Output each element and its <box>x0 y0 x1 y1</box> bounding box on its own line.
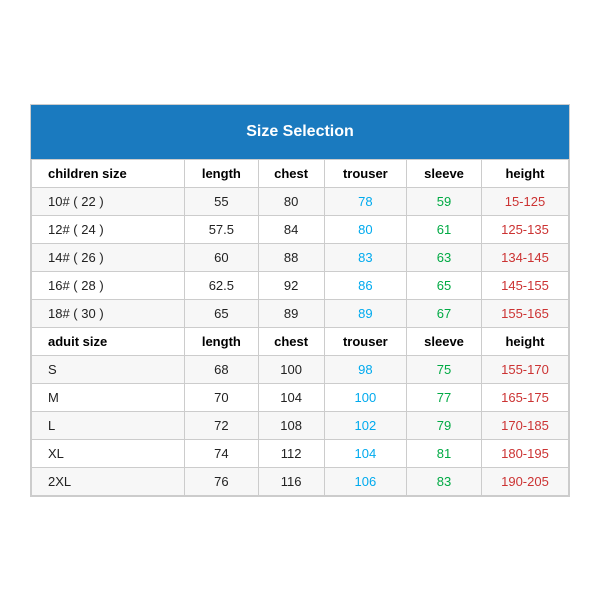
height-cell: 15-125 <box>481 187 568 215</box>
children-trouser-header: trouser <box>324 159 407 187</box>
chest-cell: 104 <box>258 383 324 411</box>
height-cell: 125-135 <box>481 215 568 243</box>
length-cell: 55 <box>185 187 259 215</box>
size-table: children size length chest trouser sleev… <box>31 159 569 496</box>
adult-length-header: length <box>185 327 259 355</box>
length-cell: 74 <box>185 439 259 467</box>
trouser-cell: 78 <box>324 187 407 215</box>
table-row: 10# ( 22 ) 55 80 78 59 15-125 <box>32 187 569 215</box>
adult-header-row: aduit size length chest trouser sleeve h… <box>32 327 569 355</box>
table-row: 14# ( 26 ) 60 88 83 63 134-145 <box>32 243 569 271</box>
chest-cell: 89 <box>258 299 324 327</box>
height-cell: 155-170 <box>481 355 568 383</box>
size-cell: S <box>32 355 185 383</box>
size-cell: XL <box>32 439 185 467</box>
adult-trouser-header: trouser <box>324 327 407 355</box>
length-cell: 62.5 <box>185 271 259 299</box>
sleeve-cell: 65 <box>407 271 482 299</box>
adult-chest-header: chest <box>258 327 324 355</box>
table-row: S 68 100 98 75 155-170 <box>32 355 569 383</box>
sleeve-cell: 59 <box>407 187 482 215</box>
length-cell: 72 <box>185 411 259 439</box>
height-cell: 145-155 <box>481 271 568 299</box>
chart-title: Size Selection <box>31 105 569 159</box>
children-length-header: length <box>185 159 259 187</box>
trouser-cell: 102 <box>324 411 407 439</box>
size-cell: 2XL <box>32 467 185 495</box>
children-size-header: children size <box>32 159 185 187</box>
size-cell: L <box>32 411 185 439</box>
size-chart-container: Size Selection children size length ches… <box>30 104 570 497</box>
length-cell: 68 <box>185 355 259 383</box>
size-cell: 16# ( 28 ) <box>32 271 185 299</box>
height-cell: 155-165 <box>481 299 568 327</box>
trouser-cell: 80 <box>324 215 407 243</box>
chest-cell: 116 <box>258 467 324 495</box>
chest-cell: 80 <box>258 187 324 215</box>
chest-cell: 88 <box>258 243 324 271</box>
table-row: 16# ( 28 ) 62.5 92 86 65 145-155 <box>32 271 569 299</box>
length-cell: 60 <box>185 243 259 271</box>
children-chest-header: chest <box>258 159 324 187</box>
chest-cell: 84 <box>258 215 324 243</box>
trouser-cell: 98 <box>324 355 407 383</box>
trouser-cell: 83 <box>324 243 407 271</box>
table-row: M 70 104 100 77 165-175 <box>32 383 569 411</box>
sleeve-cell: 63 <box>407 243 482 271</box>
length-cell: 70 <box>185 383 259 411</box>
size-cell: 14# ( 26 ) <box>32 243 185 271</box>
size-cell: M <box>32 383 185 411</box>
chest-cell: 100 <box>258 355 324 383</box>
sleeve-cell: 77 <box>407 383 482 411</box>
table-row: 18# ( 30 ) 65 89 89 67 155-165 <box>32 299 569 327</box>
height-cell: 170-185 <box>481 411 568 439</box>
chest-cell: 92 <box>258 271 324 299</box>
children-sleeve-header: sleeve <box>407 159 482 187</box>
sleeve-cell: 79 <box>407 411 482 439</box>
sleeve-cell: 83 <box>407 467 482 495</box>
trouser-cell: 106 <box>324 467 407 495</box>
trouser-cell: 89 <box>324 299 407 327</box>
length-cell: 76 <box>185 467 259 495</box>
table-row: 12# ( 24 ) 57.5 84 80 61 125-135 <box>32 215 569 243</box>
height-cell: 180-195 <box>481 439 568 467</box>
chest-cell: 112 <box>258 439 324 467</box>
size-cell: 12# ( 24 ) <box>32 215 185 243</box>
sleeve-cell: 61 <box>407 215 482 243</box>
length-cell: 65 <box>185 299 259 327</box>
table-row: L 72 108 102 79 170-185 <box>32 411 569 439</box>
adult-sleeve-header: sleeve <box>407 327 482 355</box>
height-cell: 165-175 <box>481 383 568 411</box>
size-cell: 18# ( 30 ) <box>32 299 185 327</box>
adult-height-header: height <box>481 327 568 355</box>
adult-size-header: aduit size <box>32 327 185 355</box>
children-header-row: children size length chest trouser sleev… <box>32 159 569 187</box>
size-cell: 10# ( 22 ) <box>32 187 185 215</box>
sleeve-cell: 67 <box>407 299 482 327</box>
sleeve-cell: 81 <box>407 439 482 467</box>
trouser-cell: 100 <box>324 383 407 411</box>
table-row: XL 74 112 104 81 180-195 <box>32 439 569 467</box>
table-row: 2XL 76 116 106 83 190-205 <box>32 467 569 495</box>
chest-cell: 108 <box>258 411 324 439</box>
height-cell: 134-145 <box>481 243 568 271</box>
trouser-cell: 104 <box>324 439 407 467</box>
trouser-cell: 86 <box>324 271 407 299</box>
length-cell: 57.5 <box>185 215 259 243</box>
children-height-header: height <box>481 159 568 187</box>
sleeve-cell: 75 <box>407 355 482 383</box>
height-cell: 190-205 <box>481 467 568 495</box>
